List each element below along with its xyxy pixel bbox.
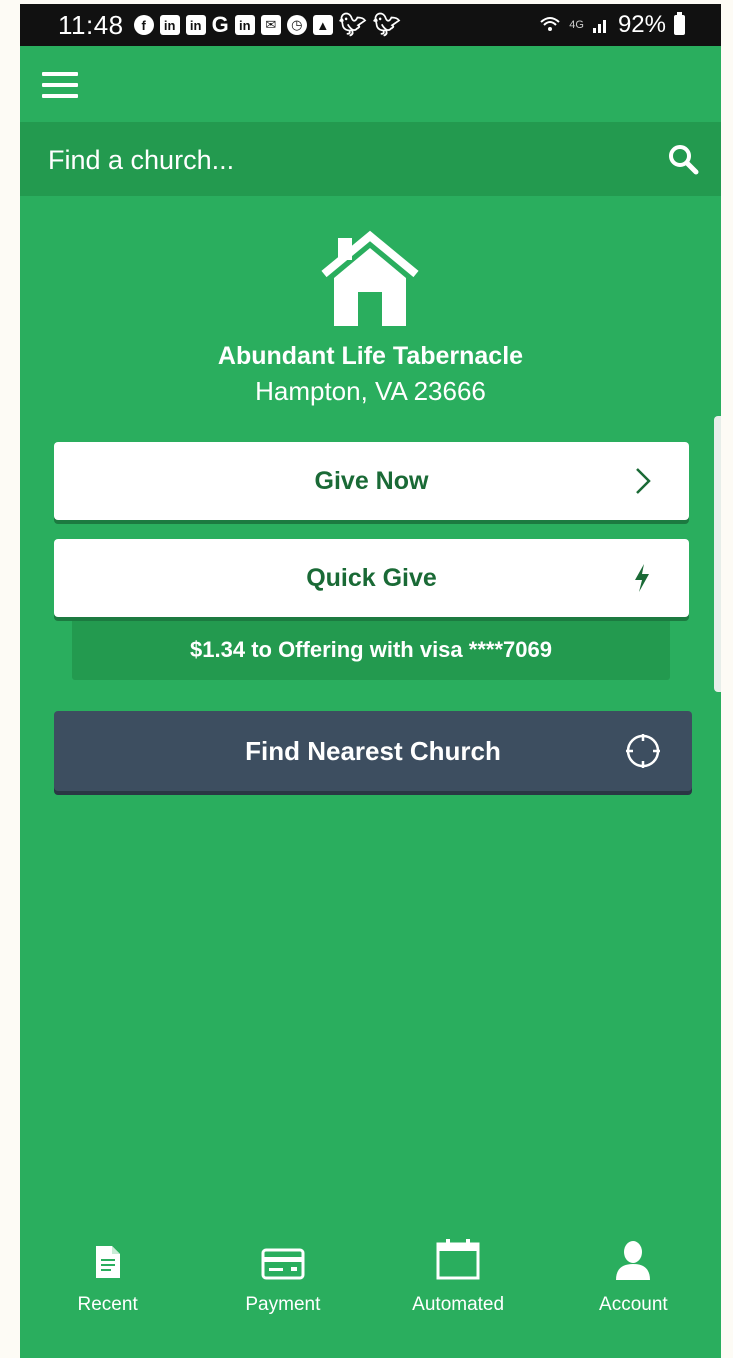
nav-account[interactable]: Account (546, 1224, 721, 1334)
nav-recent-label: Recent (77, 1294, 138, 1315)
nav-payment-label: Payment (245, 1294, 321, 1315)
credit-card-icon (261, 1248, 305, 1280)
quick-give-label: Quick Give (306, 563, 437, 592)
find-nearest-label: Find Nearest Church (245, 735, 501, 766)
find-nearest-church-button[interactable]: Find Nearest Church (54, 711, 692, 791)
image-icon: ▲ (312, 15, 333, 35)
church-name: Abundant Life Tabernacle (217, 342, 524, 370)
chevron-right-icon (636, 468, 651, 494)
notification-icons: f in in G in ✉ ◷ ▲ 🐦︎ 🐦︎ (133, 12, 401, 37)
status-time: 11:48 (58, 9, 124, 40)
nav-automated-label: Automated (412, 1294, 505, 1315)
scroll-indicator[interactable] (714, 416, 721, 692)
search-input[interactable] (46, 136, 650, 184)
twitter-icon: 🐦︎ (372, 12, 401, 37)
give-now-label: Give Now (314, 466, 429, 495)
house-icon (321, 230, 419, 326)
menu-icon[interactable] (42, 72, 78, 98)
linkedin-icon: in (185, 15, 206, 35)
calendar-icon (436, 1239, 480, 1280)
mail-icon: ✉ (260, 15, 281, 35)
church-location: Hampton, VA 23666 (255, 376, 486, 406)
nav-account-label: Account (599, 1294, 668, 1315)
wifi-icon (540, 17, 560, 31)
crosshair-icon (626, 734, 660, 768)
clock-icon: ◷ (286, 15, 307, 35)
status-right: 4G 92% (539, 11, 685, 39)
nav-recent[interactable]: Recent (20, 1224, 195, 1334)
google-icon: G (211, 12, 229, 37)
lightning-icon (635, 564, 649, 592)
twitter-icon: 🐦︎ (338, 12, 367, 37)
search-bar (20, 122, 721, 196)
nav-automated[interactable]: Automated (371, 1224, 546, 1334)
document-icon (95, 1246, 120, 1278)
quick-give-button[interactable]: Quick Give (54, 539, 689, 617)
app-bar (20, 46, 721, 122)
bottom-nav: Recent Payment Automated Account (20, 1224, 721, 1334)
facebook-icon: f (133, 15, 154, 35)
signal-icon (592, 20, 606, 33)
user-icon (616, 1241, 651, 1280)
app-screen: 11:48 f in in G in ✉ ◷ ▲ 🐦︎ 🐦︎ 4G 92% Fi… (20, 4, 721, 1358)
linkedin-icon: in (234, 15, 255, 35)
network-type: 4G (569, 19, 584, 31)
search-icon[interactable] (666, 142, 700, 176)
status-bar: 11:48 f in in G in ✉ ◷ ▲ 🐦︎ 🐦︎ 4G 92% (20, 4, 721, 46)
linkedin-icon: in (159, 15, 180, 35)
battery-icon (674, 12, 685, 35)
give-now-button[interactable]: Give Now (54, 442, 689, 520)
quick-give-detail: $1.34 to Offering with visa ****7069 (72, 620, 670, 680)
nav-payment[interactable]: Payment (195, 1224, 370, 1334)
battery-percent: 92% (617, 11, 666, 38)
